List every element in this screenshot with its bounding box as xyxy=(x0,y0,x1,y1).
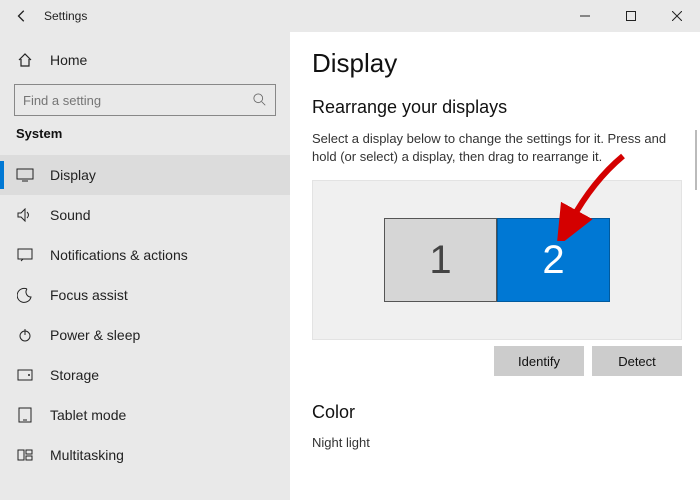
minimize-icon xyxy=(580,11,590,21)
multitasking-icon xyxy=(16,446,34,464)
power-icon xyxy=(16,326,34,344)
main-content: Display Rearrange your displays Select a… xyxy=(290,32,700,500)
nav-tablet-mode[interactable]: Tablet mode xyxy=(0,395,290,435)
search-box[interactable] xyxy=(14,84,276,116)
page-title: Display xyxy=(312,48,682,79)
monitor-1[interactable]: 1 xyxy=(384,218,497,302)
nav-label: Storage xyxy=(50,367,99,383)
close-icon xyxy=(672,11,682,21)
display-buttons-row: Identify Detect xyxy=(312,346,682,376)
section-title: Rearrange your displays xyxy=(312,97,682,118)
nav-label: Focus assist xyxy=(50,287,128,303)
search-icon xyxy=(253,93,267,107)
nav-label: Multitasking xyxy=(50,447,124,463)
sidebar: Home System Display Sound Notifications … xyxy=(0,32,290,500)
color-section-title: Color xyxy=(312,402,682,423)
window-title: Settings xyxy=(44,9,87,23)
detect-button[interactable]: Detect xyxy=(592,346,682,376)
maximize-icon xyxy=(626,11,636,21)
home-nav[interactable]: Home xyxy=(0,40,290,80)
back-button[interactable] xyxy=(0,0,44,32)
display-icon xyxy=(16,166,34,184)
title-bar: Settings xyxy=(0,0,700,32)
nav-notifications[interactable]: Notifications & actions xyxy=(0,235,290,275)
focus-assist-icon xyxy=(16,286,34,304)
tablet-icon xyxy=(16,406,34,424)
search-input[interactable] xyxy=(23,93,253,108)
close-button[interactable] xyxy=(654,0,700,32)
category-header: System xyxy=(0,126,290,141)
nav-sound[interactable]: Sound xyxy=(0,195,290,235)
nav-label: Notifications & actions xyxy=(50,247,188,263)
nav-storage[interactable]: Storage xyxy=(0,355,290,395)
nav-label: Power & sleep xyxy=(50,327,140,343)
minimize-button[interactable] xyxy=(562,0,608,32)
nav-label: Sound xyxy=(50,207,90,223)
arrow-left-icon xyxy=(15,9,29,23)
night-light-label: Night light xyxy=(312,435,682,450)
display-arrangement-area[interactable]: 1 2 xyxy=(312,180,682,340)
sound-icon xyxy=(16,206,34,224)
home-icon xyxy=(16,51,34,69)
notifications-icon xyxy=(16,246,34,264)
maximize-button[interactable] xyxy=(608,0,654,32)
scrollbar[interactable] xyxy=(695,130,697,190)
storage-icon xyxy=(16,366,34,384)
nav-label: Display xyxy=(50,167,96,183)
nav-focus-assist[interactable]: Focus assist xyxy=(0,275,290,315)
identify-button[interactable]: Identify xyxy=(494,346,584,376)
nav-display[interactable]: Display xyxy=(0,155,290,195)
annotation-arrow-icon xyxy=(553,151,633,241)
nav-multitasking[interactable]: Multitasking xyxy=(0,435,290,475)
nav-label: Tablet mode xyxy=(50,407,126,423)
nav-power-sleep[interactable]: Power & sleep xyxy=(0,315,290,355)
home-label: Home xyxy=(50,52,87,68)
